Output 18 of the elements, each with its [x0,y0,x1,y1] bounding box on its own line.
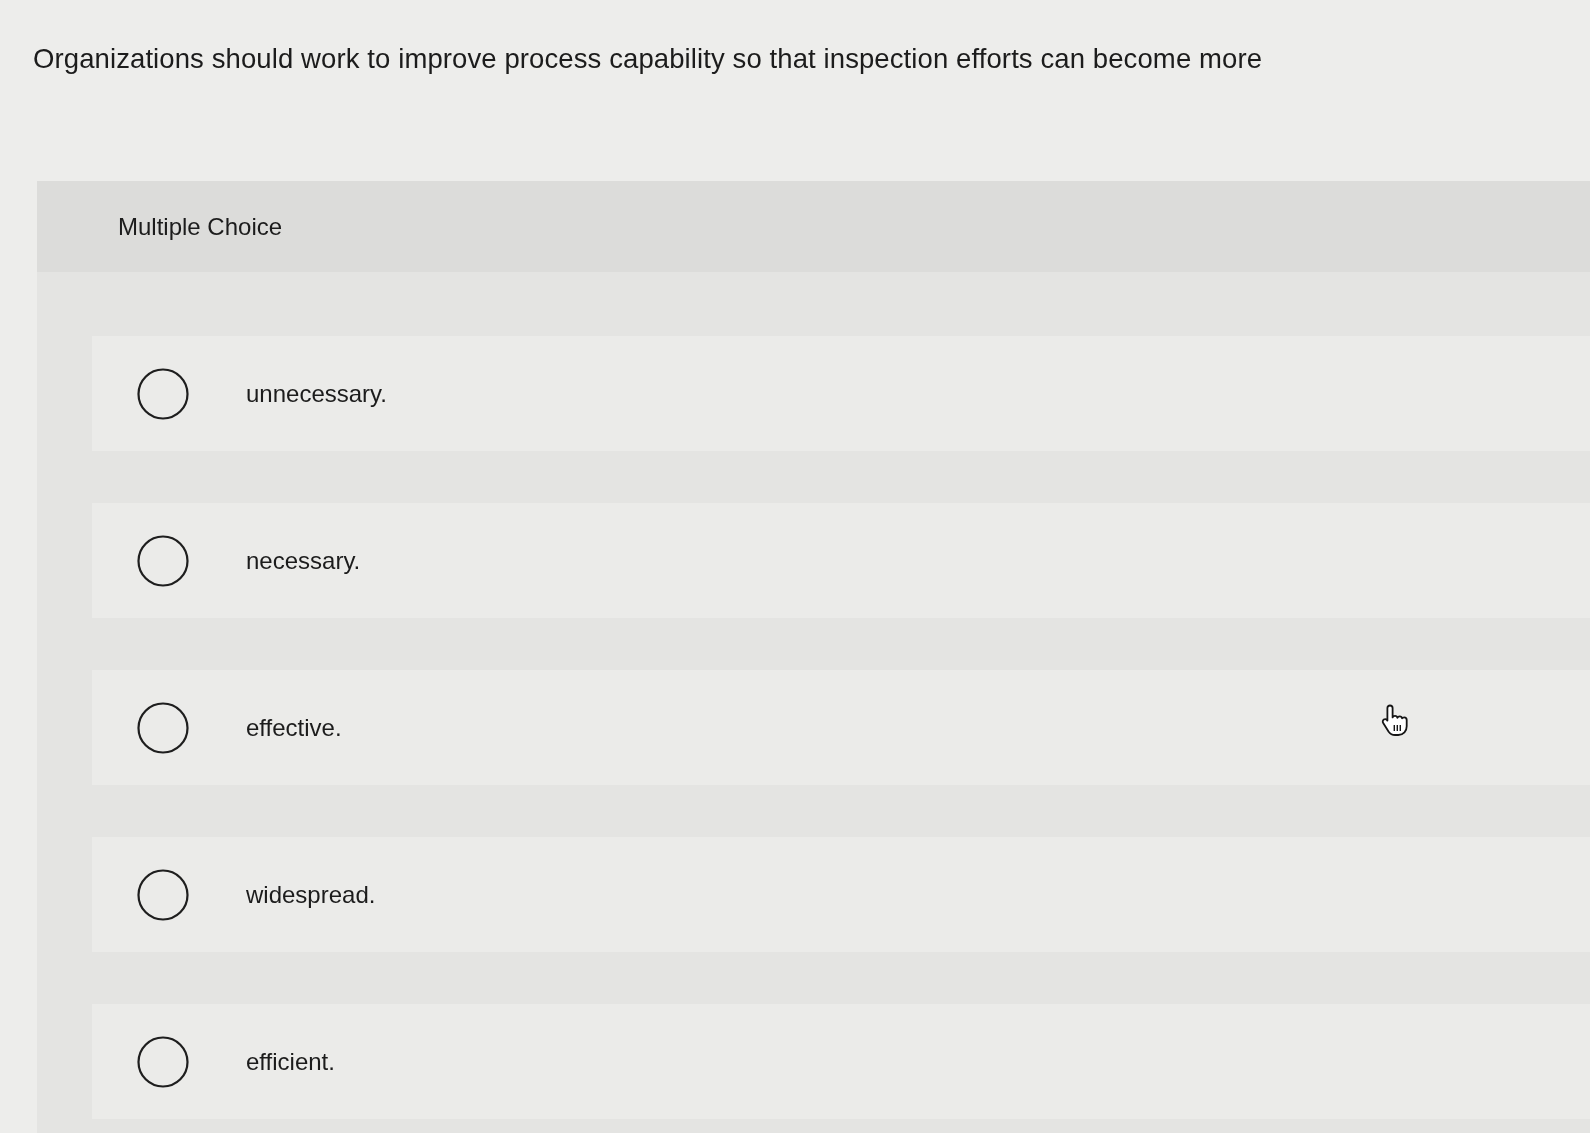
radio-button-icon[interactable] [137,701,189,754]
question-text: Organizations should work to improve process capability so that inspection efforts can become more [32,42,1264,76]
answer-option[interactable]: unnecessary. [92,336,1590,451]
radio-button-icon[interactable] [137,868,189,921]
option-label: widespread. [246,880,376,909]
section-title: Multiple Choice [118,212,283,241]
answer-option[interactable]: necessary. [92,503,1590,618]
answer-option[interactable]: widespread. [92,837,1590,952]
answer-option[interactable]: effective. [92,670,1590,785]
radio-button-icon[interactable] [137,367,189,420]
option-label: efficient. [246,1047,335,1076]
option-label: effective. [246,713,342,742]
answer-option[interactable]: efficient. [92,1004,1590,1119]
hand-pointer-icon [1381,703,1411,737]
option-label: unnecessary. [246,379,387,408]
radio-button-icon[interactable] [137,534,189,587]
radio-button-icon[interactable] [137,1035,189,1088]
option-label: necessary. [246,546,361,575]
